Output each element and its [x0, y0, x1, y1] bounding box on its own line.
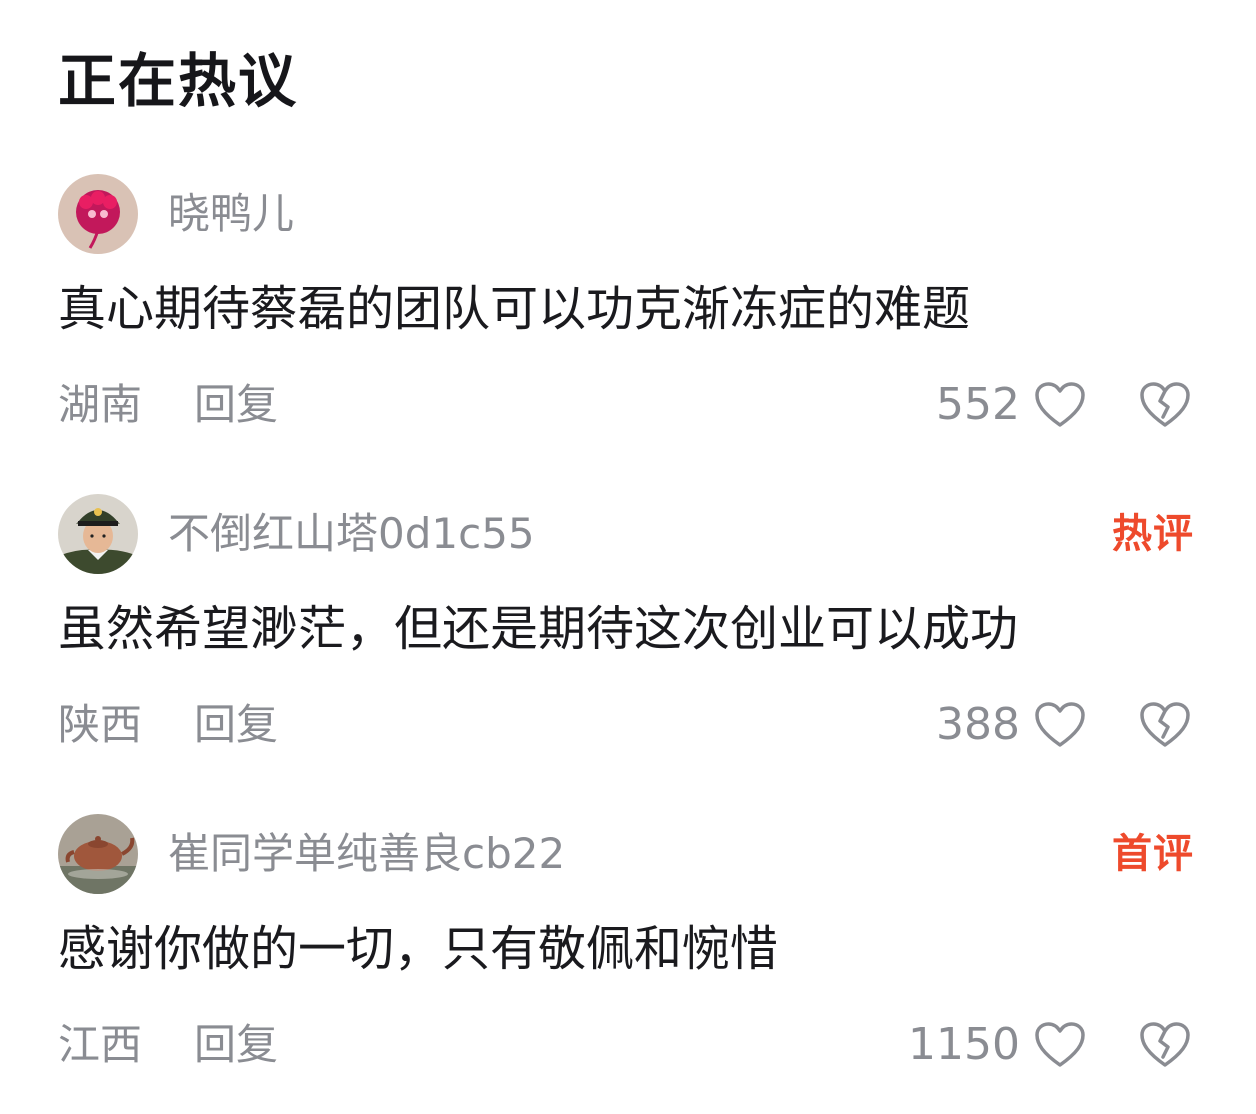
section-title: 正在热议: [58, 47, 299, 115]
like-count: 388: [936, 699, 1020, 750]
like-count: 1150: [908, 1019, 1020, 1070]
like-count: 552: [936, 379, 1020, 430]
heart-outline-icon[interactable]: [1034, 701, 1086, 749]
reply-button[interactable]: 回复: [194, 698, 278, 752]
avatar[interactable]: [58, 174, 138, 254]
reply-button[interactable]: 回复: [194, 1018, 278, 1072]
comment-item: 崔同学单纯善良cb22 首评 感谢你做的一切，只有敬佩和惋惜 江西 回复 115…: [0, 814, 1256, 1114]
first-comment-badge: 首评: [1112, 831, 1194, 877]
username[interactable]: 晓鸭儿: [168, 188, 294, 240]
comment-item: 晓鸭儿 真心期待蔡磊的团队可以功克渐冻症的难题 湖南 回复 552: [0, 174, 1256, 474]
reply-button[interactable]: 回复: [194, 378, 278, 432]
broken-heart-icon[interactable]: [1139, 381, 1191, 429]
broken-heart-icon[interactable]: [1139, 1021, 1191, 1069]
username[interactable]: 不倒红山塔0d1c55: [168, 508, 535, 560]
comment-text: 感谢你做的一切，只有敬佩和惋惜: [58, 921, 779, 977]
hot-comment-badge: 热评: [1112, 511, 1194, 557]
heart-outline-icon[interactable]: [1034, 381, 1086, 429]
comment-item: 不倒红山塔0d1c55 热评 虽然希望渺茫，但还是期待这次创业可以成功 陕西 回…: [0, 494, 1256, 794]
avatar[interactable]: [58, 494, 138, 574]
comment-text: 真心期待蔡磊的团队可以功克渐冻症的难题: [58, 281, 971, 337]
broken-heart-icon[interactable]: [1139, 701, 1191, 749]
username[interactable]: 崔同学单纯善良cb22: [168, 828, 565, 880]
location-label: 陕西: [58, 700, 143, 749]
avatar[interactable]: [58, 814, 138, 894]
location-label: 湖南: [58, 380, 143, 429]
comment-text: 虽然希望渺茫，但还是期待这次创业可以成功: [58, 601, 1019, 657]
heart-outline-icon[interactable]: [1034, 1021, 1086, 1069]
location-label: 江西: [58, 1020, 143, 1069]
